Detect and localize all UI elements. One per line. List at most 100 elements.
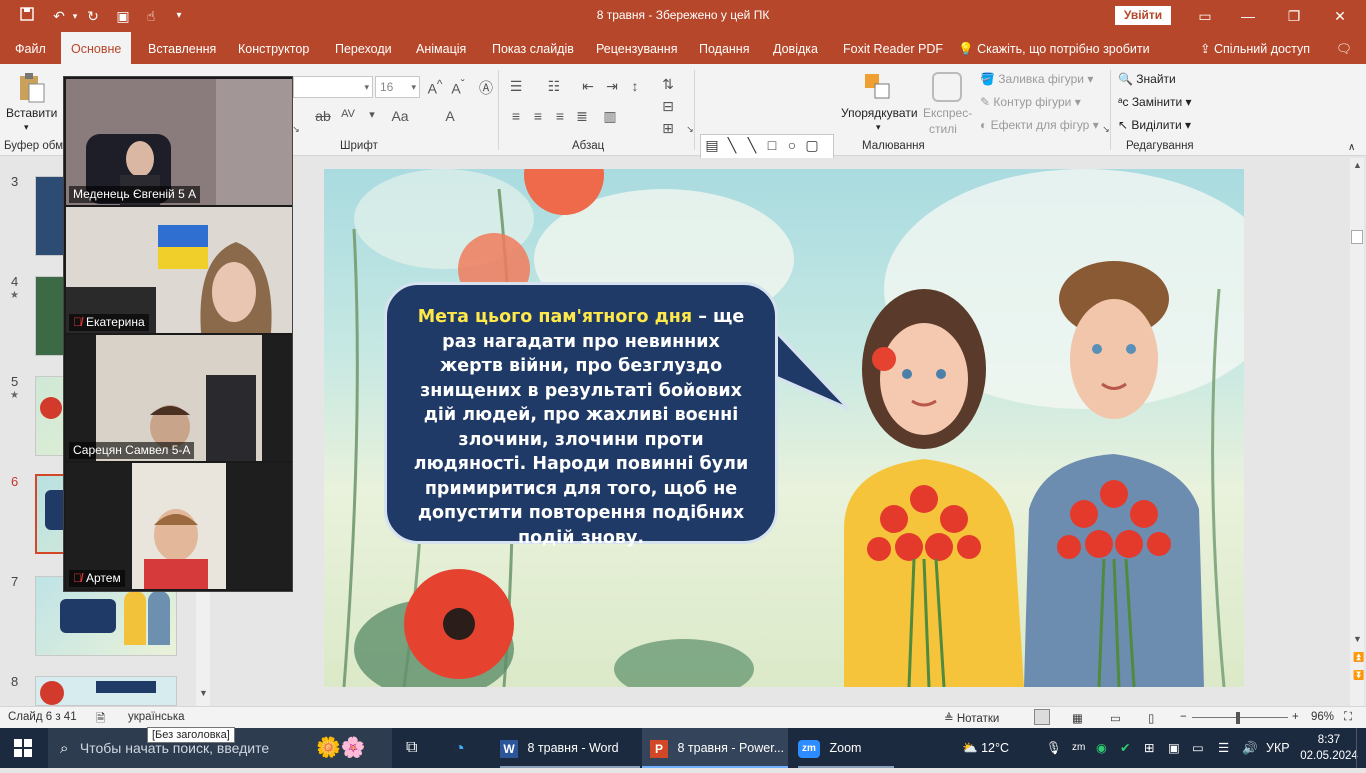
edge-browser-icon[interactable]: ◔: [454, 728, 465, 768]
shape-textbox-icon[interactable]: ▤: [703, 136, 721, 154]
taskbar-powerpoint[interactable]: P 8 травня - Power...: [642, 728, 788, 768]
font-size-combo[interactable]: 16 ▾: [375, 76, 420, 98]
arrange-dropdown-icon[interactable]: ▾: [876, 122, 881, 133]
align-text-icon[interactable]: ⊟: [658, 98, 678, 115]
normal-view-icon[interactable]: [1034, 709, 1050, 725]
participant-tile[interactable]: 🎙̸ Екатерина: [66, 207, 292, 333]
weather-widget[interactable]: ⛅ 12°C: [962, 728, 1009, 768]
paragraph-dialog-launcher-icon[interactable]: ↘: [680, 124, 700, 135]
quick-styles-icon[interactable]: [932, 72, 962, 102]
slideshow-icon[interactable]: ▯: [1148, 711, 1154, 725]
current-slide[interactable]: Мета цього пам'ятного дня – ще раз нагад…: [324, 169, 1244, 687]
share-button[interactable]: ⇪ Спільний доступ: [1200, 32, 1310, 64]
slide-thumbnail-8[interactable]: [35, 676, 177, 706]
arrange-button[interactable]: Упорядкувати: [841, 106, 918, 120]
line-spacing-icon[interactable]: ↕: [625, 78, 645, 94]
participant-tile[interactable]: 🎙̸ Артем: [66, 463, 292, 589]
char-spacing-icon[interactable]: AV: [338, 108, 358, 120]
scroll-thumb[interactable]: [1351, 230, 1363, 244]
zoom-slider[interactable]: [1192, 717, 1288, 718]
scroll-up-icon[interactable]: ▲: [1353, 160, 1362, 170]
paste-icon[interactable]: [17, 72, 47, 104]
columns-icon[interactable]: ▥: [600, 108, 620, 125]
network-icon[interactable]: ▣: [1168, 728, 1180, 768]
scroll-down-icon[interactable]: ▼: [199, 688, 208, 698]
shape-line2-icon[interactable]: ╲: [743, 136, 761, 154]
text-direction-icon[interactable]: ⇅: [658, 76, 678, 93]
slide-sorter-icon[interactable]: ▦: [1072, 711, 1083, 725]
taskbar-clock[interactable]: 8:37 02.05.2024: [1300, 728, 1358, 768]
next-slide-icon[interactable]: ⏬: [1353, 670, 1364, 681]
replace-button[interactable]: ᵃc Замінити ▾: [1118, 95, 1192, 109]
display-icon[interactable]: ▭: [1192, 728, 1204, 768]
tray-app-icon[interactable]: ◉: [1096, 728, 1107, 768]
taskbar-zoom[interactable]: zm Zoom: [798, 728, 894, 768]
participant-tile[interactable]: Меденець Євгеній 5 А: [66, 79, 292, 205]
sign-in-button[interactable]: Увійти: [1115, 6, 1171, 25]
volume-icon[interactable]: 🔊: [1242, 728, 1258, 768]
tab-slideshow[interactable]: Показ слайдів: [492, 32, 574, 64]
shape-line-icon[interactable]: ╲: [723, 136, 741, 154]
tell-me-search[interactable]: 💡 Скажіть, що потрібно зробити: [958, 32, 1150, 64]
char-spacing-dropdown-icon[interactable]: ▾: [362, 108, 382, 121]
security-tray-icon[interactable]: ✔: [1120, 728, 1130, 768]
shape-fill-button[interactable]: 🪣 Заливка фігури ▾: [980, 72, 1093, 86]
zoom-in-icon[interactable]: +: [1292, 711, 1299, 723]
paste-button[interactable]: Вставити: [6, 106, 57, 120]
tab-design[interactable]: Конструктор: [238, 32, 309, 64]
shrink-font-icon[interactable]: Aˇ: [448, 78, 468, 97]
tab-home[interactable]: Основне: [61, 32, 132, 64]
shape-outline-button[interactable]: ✎ Контур фігури ▾: [980, 95, 1081, 109]
minimize-icon[interactable]: —: [1228, 4, 1268, 28]
zoom-video-panel[interactable]: Меденець Євгеній 5 А 🎙̸ Екатерина Сарецян…: [63, 76, 293, 592]
ribbon-display-icon[interactable]: ▭: [1185, 4, 1225, 28]
font-color-icon[interactable]: A: [440, 108, 460, 124]
bullets-icon[interactable]: ☰: [506, 78, 526, 95]
increase-indent-icon[interactable]: ⇥: [602, 78, 622, 95]
collapse-ribbon-icon[interactable]: ∧: [1348, 142, 1355, 153]
keyboard-language[interactable]: УКР: [1266, 728, 1290, 768]
quick-styles-label-1[interactable]: Експрес-: [923, 106, 972, 120]
zoom-level[interactable]: 96%: [1311, 711, 1334, 723]
grow-font-icon[interactable]: A^: [425, 78, 445, 97]
drawing-dialog-launcher-icon[interactable]: ↘: [1096, 124, 1116, 135]
task-view-icon[interactable]: ⧉: [406, 728, 417, 768]
clear-formatting-icon[interactable]: Ⓐ: [476, 78, 496, 98]
fit-to-window-icon[interactable]: ⛶: [1344, 711, 1352, 724]
taskbar-word[interactable]: W 8 травня - Word: [500, 728, 640, 768]
zoom-tray-icon[interactable]: zm: [1072, 728, 1085, 768]
find-button[interactable]: 🔍 Знайти: [1118, 72, 1176, 86]
shape-rounded-rect-icon[interactable]: ▢: [803, 136, 821, 154]
arrange-icon[interactable]: [863, 72, 893, 102]
scroll-down-icon[interactable]: ▼: [1353, 634, 1362, 644]
tab-file[interactable]: Файл: [15, 32, 46, 64]
change-case-icon[interactable]: Aa: [390, 108, 410, 124]
tab-view[interactable]: Подання: [699, 32, 749, 64]
strikethrough-icon[interactable]: ab: [313, 108, 333, 124]
comments-icon[interactable]: 🗨: [1336, 32, 1352, 64]
zoom-out-icon[interactable]: −: [1180, 711, 1187, 723]
close-icon[interactable]: ✕: [1320, 4, 1360, 28]
zoom-slider-thumb[interactable]: [1236, 712, 1240, 724]
participant-tile[interactable]: Сарецян Самвел 5-А: [66, 335, 292, 461]
numbering-icon[interactable]: ☷: [544, 78, 564, 95]
show-desktop-button[interactable]: [1356, 728, 1366, 768]
smartart-icon[interactable]: ⊞: [658, 120, 678, 137]
windows-start-icon[interactable]: [14, 728, 36, 768]
tab-transitions[interactable]: Переходи: [335, 32, 392, 64]
align-right-icon[interactable]: ≡: [550, 108, 570, 124]
quick-styles-label-2[interactable]: стилі: [929, 122, 957, 136]
tab-animations[interactable]: Анімація: [416, 32, 466, 64]
tray-overflow-icon[interactable]: ⊞: [1144, 728, 1154, 768]
previous-slide-icon[interactable]: ⏫: [1353, 652, 1364, 663]
tab-foxit[interactable]: Foxit Reader PDF: [843, 32, 943, 64]
align-left-icon[interactable]: ≡: [506, 108, 526, 124]
canvas-scrollbar[interactable]: ▲ ▼ ⏫ ⏬: [1350, 158, 1364, 706]
shape-oval-icon[interactable]: ○: [783, 136, 801, 154]
tab-review[interactable]: Рецензування: [596, 32, 677, 64]
microphone-tray-icon[interactable]: 🎙: [1046, 728, 1062, 768]
select-button[interactable]: ↖ Виділити ▾: [1118, 118, 1191, 132]
shape-rectangle-icon[interactable]: □: [763, 136, 781, 154]
shape-effects-button[interactable]: ◐ Ефекти для фігур ▾: [980, 118, 1099, 132]
decrease-indent-icon[interactable]: ⇤: [578, 78, 598, 95]
